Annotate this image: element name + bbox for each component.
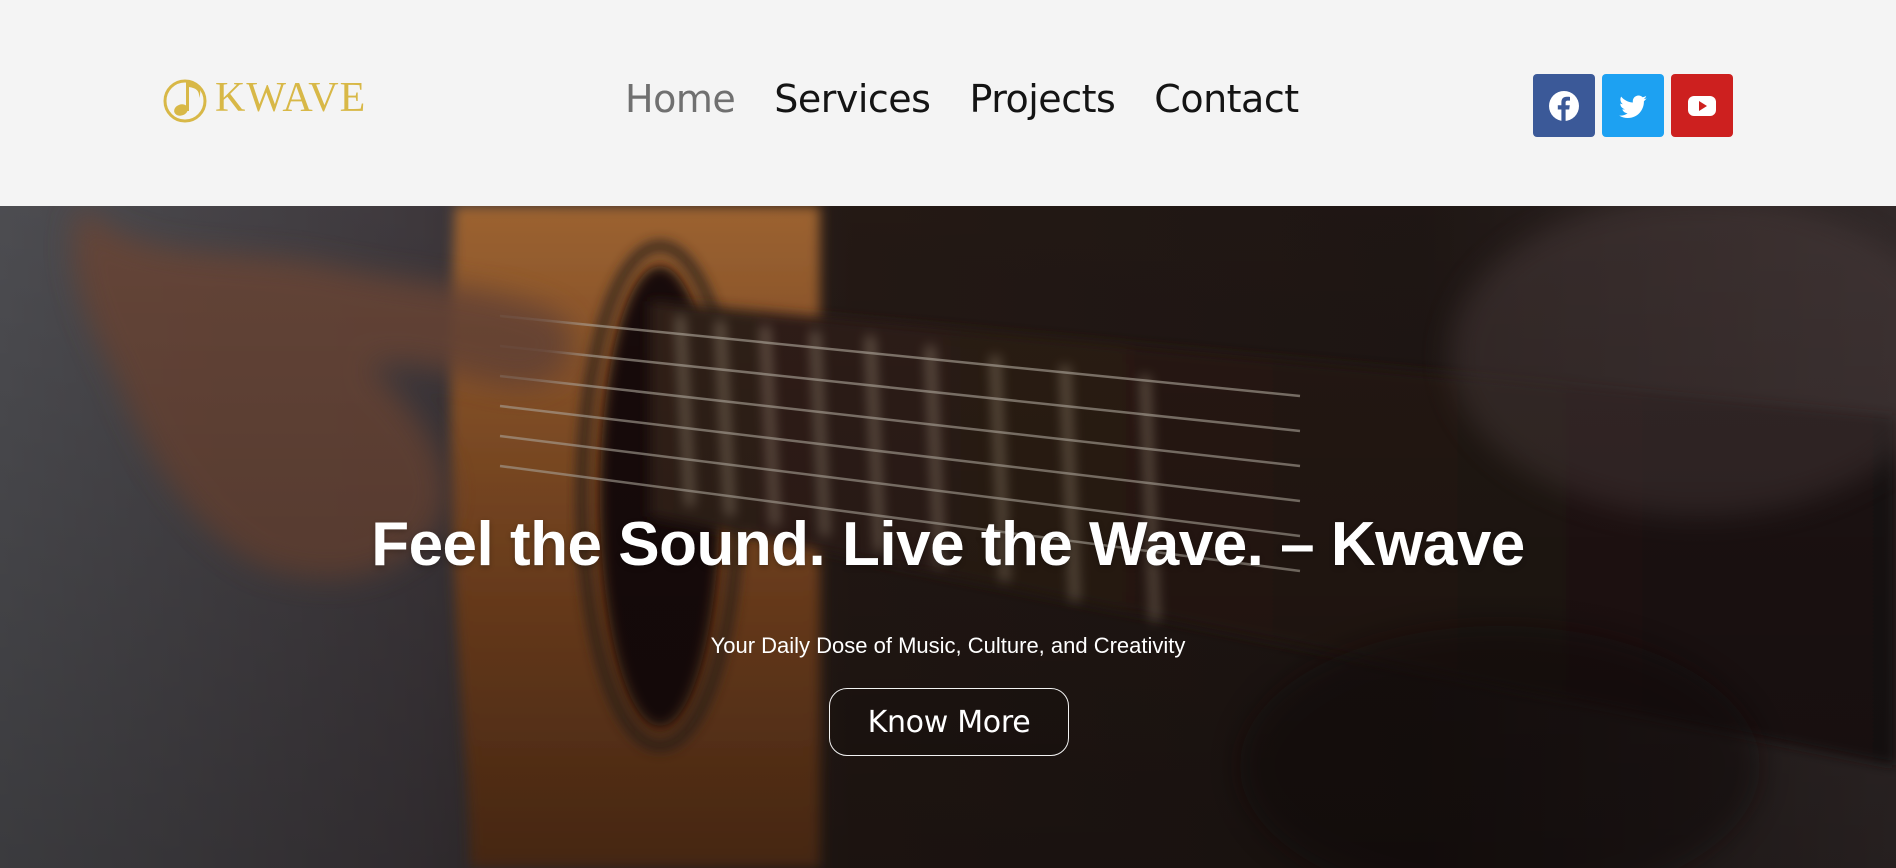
- twitter-button[interactable]: [1602, 74, 1664, 137]
- nav-item-contact[interactable]: Contact: [1154, 80, 1299, 118]
- brand-name: KWAVE: [215, 75, 367, 121]
- nav-item-projects[interactable]: Projects: [969, 80, 1115, 118]
- facebook-icon: [1549, 90, 1579, 121]
- youtube-icon: [1688, 95, 1716, 116]
- brand-logo[interactable]: KWAVE: [163, 68, 366, 128]
- youtube-button[interactable]: [1671, 74, 1733, 137]
- hero-title: Feel the Sound. Live the Wave. – Kwave: [371, 510, 1525, 579]
- facebook-button[interactable]: [1533, 74, 1595, 137]
- nav-item-home[interactable]: Home: [625, 80, 736, 118]
- hero-section: Feel the Sound. Live the Wave. – Kwave Y…: [0, 206, 1896, 868]
- social-links: [1533, 74, 1733, 137]
- site-header: KWAVE Home Services Projects Contact: [0, 0, 1896, 206]
- twitter-icon: [1619, 95, 1647, 118]
- know-more-button[interactable]: Know More: [829, 688, 1069, 756]
- hero-subtitle: Your Daily Dose of Music, Culture, and C…: [710, 633, 1186, 658]
- music-note-icon: [163, 79, 207, 123]
- nav-item-services[interactable]: Services: [774, 80, 931, 118]
- main-nav: Home Services Projects Contact: [625, 73, 1299, 125]
